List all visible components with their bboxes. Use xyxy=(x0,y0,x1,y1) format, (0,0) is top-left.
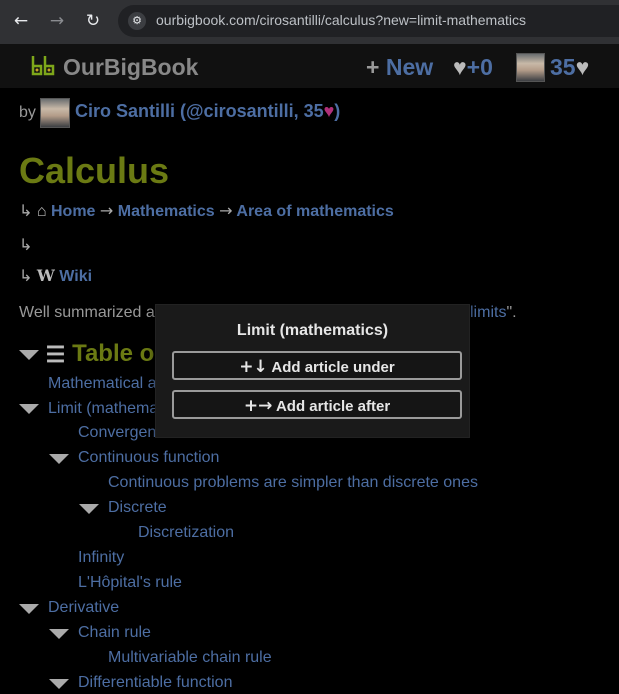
likes-count: +0 xyxy=(466,54,493,80)
collapse-triangle-icon[interactable] xyxy=(19,404,39,414)
plus-down-arrow-icon: +↓ xyxy=(239,357,268,377)
collapse-triangle-icon[interactable] xyxy=(19,604,39,614)
user-score-value: 35 xyxy=(550,54,576,80)
collapse-triangle-icon[interactable] xyxy=(49,629,69,639)
browser-toolbar: ← → ↻ ⚙ ourbigbook.com/cirosantilli/calc… xyxy=(0,0,619,44)
toc-heading[interactable]: ☰ Table o xyxy=(19,340,154,368)
breadcrumb-home[interactable]: Home xyxy=(51,203,95,220)
site-name[interactable]: OurBigBook xyxy=(63,54,198,81)
collapse-triangle-icon[interactable] xyxy=(49,679,69,689)
new-label: New xyxy=(385,54,434,80)
collapse-triangle-icon[interactable] xyxy=(49,454,69,464)
breadcrumb-area-of-mathematics[interactable]: Area of mathematics xyxy=(236,203,393,220)
summary-tail: limits". xyxy=(470,304,517,322)
toc-item[interactable]: Infinity xyxy=(78,549,124,567)
limits-link[interactable]: limits xyxy=(470,304,506,321)
add-article-under-label: Add article under xyxy=(271,359,395,376)
plus-icon: + xyxy=(366,54,380,80)
toc-title: Table o xyxy=(72,340,155,367)
descendant-arrow-icon: ↳ xyxy=(19,266,33,285)
toc-item[interactable]: Continuous problems are simpler than dis… xyxy=(108,474,478,492)
page-title: Calculus xyxy=(19,150,170,191)
toc-item[interactable]: Multivariable chain rule xyxy=(108,649,272,667)
heart-icon: ♥ xyxy=(323,101,335,121)
toc-item[interactable]: Continuous function xyxy=(78,449,219,467)
by-label: by xyxy=(19,104,36,121)
address-bar[interactable]: ⚙ ourbigbook.com/cirosantilli/calculus?n… xyxy=(118,5,619,37)
wikipedia-icon[interactable]: W xyxy=(37,266,55,285)
toc-item[interactable]: Mathematical a xyxy=(48,375,157,393)
author-name: Ciro Santilli (@cirosantilli, 35 xyxy=(75,101,324,121)
toc-item[interactable]: L'Hôpital's rule xyxy=(78,574,182,592)
wiki-link-row: ↳ W Wiki xyxy=(19,266,92,286)
author-link[interactable]: Ciro Santilli (@cirosantilli, 35♥) xyxy=(75,101,340,122)
ourbigbook-logo-icon[interactable] xyxy=(30,53,56,79)
add-article-after-label: Add article after xyxy=(275,398,391,415)
toc-item[interactable]: Derivative xyxy=(48,599,119,617)
toc-item[interactable]: Discrete xyxy=(108,499,167,517)
summary-text: Well summarized a xyxy=(19,304,155,321)
add-article-after-button[interactable]: +→ Add article after xyxy=(172,390,462,419)
plus-right-arrow-icon: +→ xyxy=(243,396,273,416)
wiki-link[interactable]: Wiki xyxy=(59,268,92,285)
home-icon[interactable]: ⌂ xyxy=(37,203,47,220)
descendant-arrow-icon: ↳ xyxy=(19,235,33,254)
toc-item[interactable]: Chain rule xyxy=(78,624,151,642)
forward-icon[interactable]: → xyxy=(44,8,70,34)
breadcrumb-mathematics[interactable]: Mathematics xyxy=(118,203,215,220)
site-info-icon[interactable]: ⚙ xyxy=(128,12,146,30)
back-icon[interactable]: ← xyxy=(8,8,34,34)
likes-counter[interactable]: ♥+0 xyxy=(453,54,493,81)
toc-item[interactable]: Limit (mathema xyxy=(48,400,158,418)
add-article-under-button[interactable]: +↓ Add article under xyxy=(172,351,462,380)
list-icon: ☰ xyxy=(45,341,66,367)
new-article-popup: Limit (mathematics) +↓ Add article under… xyxy=(155,304,470,438)
descendant-arrow-icon: ↳ xyxy=(19,201,33,220)
heart-icon: ♥ xyxy=(575,54,590,80)
author-close: ) xyxy=(334,101,341,121)
heart-icon: ♥ xyxy=(453,54,467,80)
arrow-right-icon: → xyxy=(219,201,233,220)
toc-item[interactable]: Differentiable function xyxy=(78,674,232,692)
new-article-button[interactable]: + New xyxy=(366,54,433,81)
author-avatar[interactable] xyxy=(40,98,70,128)
url-text[interactable]: ourbigbook.com/cirosantilli/calculus?new… xyxy=(156,12,526,28)
breadcrumb: ↳ ⌂ Home → Mathematics → Area of mathema… xyxy=(19,201,394,221)
arrow-right-icon: → xyxy=(99,201,114,220)
summary-end: ". xyxy=(506,304,517,321)
user-score[interactable]: 35♥ xyxy=(550,54,589,81)
collapse-triangle-icon[interactable] xyxy=(19,349,39,360)
user-avatar[interactable] xyxy=(516,53,545,82)
popup-title: Limit (mathematics) xyxy=(236,322,389,339)
toc-item[interactable]: Discretization xyxy=(138,524,234,542)
collapse-triangle-icon[interactable] xyxy=(79,504,99,514)
reload-icon[interactable]: ↻ xyxy=(80,8,106,34)
